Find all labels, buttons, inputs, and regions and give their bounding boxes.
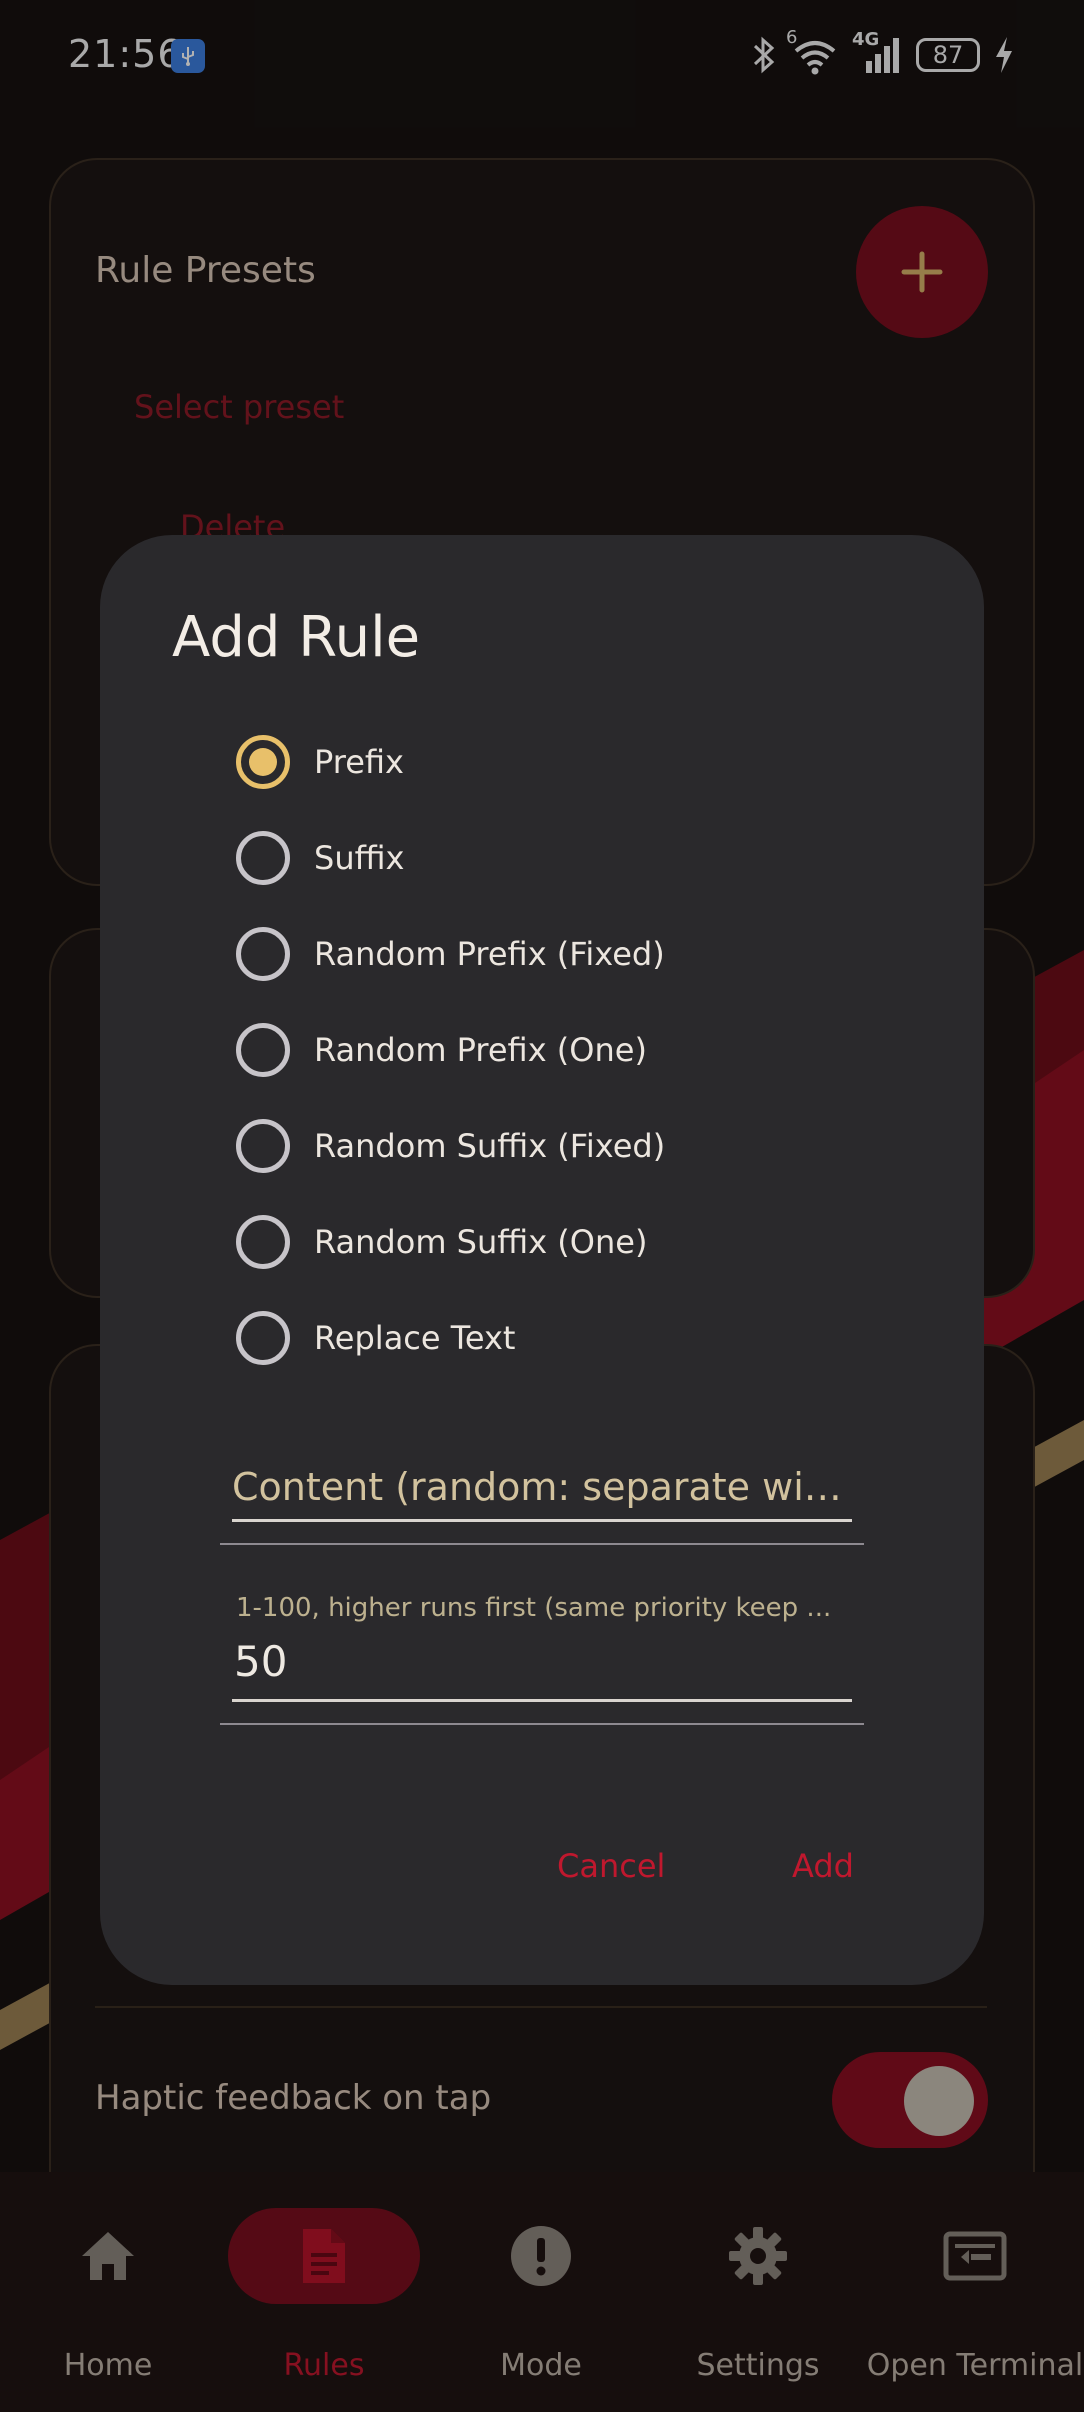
radio-button[interactable]: [236, 927, 290, 981]
radio-button[interactable]: [236, 1215, 290, 1269]
content-placeholder: Content (random: separate with |, ...: [232, 1465, 852, 1509]
radio-label: Replace Text: [314, 1319, 516, 1357]
field-underline: [232, 1699, 852, 1702]
field-outline: [220, 1543, 864, 1545]
field-outline: [220, 1723, 864, 1725]
radio-option-prefix[interactable]: Prefix: [236, 726, 856, 798]
radio-button[interactable]: [236, 1023, 290, 1077]
priority-field[interactable]: 1-100, higher runs first (same priority …: [220, 1593, 864, 1725]
field-underline: [232, 1519, 852, 1522]
radio-button[interactable]: [236, 1119, 290, 1173]
radio-label: Random Suffix (One): [314, 1223, 648, 1261]
radio-label: Random Prefix (Fixed): [314, 935, 665, 973]
radio-label: Random Prefix (One): [314, 1031, 647, 1069]
radio-dot: [249, 748, 277, 776]
radio-label: Prefix: [314, 743, 404, 781]
screen: 21:56 6 4G 87 Rule Presets Select preset…: [0, 0, 1084, 2412]
radio-option-suffix[interactable]: Suffix: [236, 822, 856, 894]
add-button[interactable]: Add: [792, 1847, 854, 1885]
radio-label: Random Suffix (Fixed): [314, 1127, 666, 1165]
radio-option-random-suffix-one[interactable]: Random Suffix (One): [236, 1206, 856, 1278]
radio-button[interactable]: [236, 831, 290, 885]
priority-hint: 1-100, higher runs first (same priority …: [236, 1593, 832, 1623]
radio-option-replace-text[interactable]: Replace Text: [236, 1302, 856, 1374]
radio-option-random-prefix-fixed[interactable]: Random Prefix (Fixed): [236, 918, 856, 990]
content-field[interactable]: Content (random: separate with |, ...: [220, 1465, 864, 1545]
add-rule-dialog: Add Rule Prefix Suffix Random Prefix (Fi…: [100, 535, 984, 1985]
radio-button-checked[interactable]: [236, 735, 290, 789]
radio-option-random-suffix-fixed[interactable]: Random Suffix (Fixed): [236, 1110, 856, 1182]
priority-value: 50: [234, 1637, 288, 1686]
cancel-button[interactable]: Cancel: [557, 1847, 665, 1885]
dialog-title: Add Rule: [172, 605, 421, 670]
radio-label: Suffix: [314, 839, 405, 877]
radio-button[interactable]: [236, 1311, 290, 1365]
radio-option-random-prefix-one[interactable]: Random Prefix (One): [236, 1014, 856, 1086]
